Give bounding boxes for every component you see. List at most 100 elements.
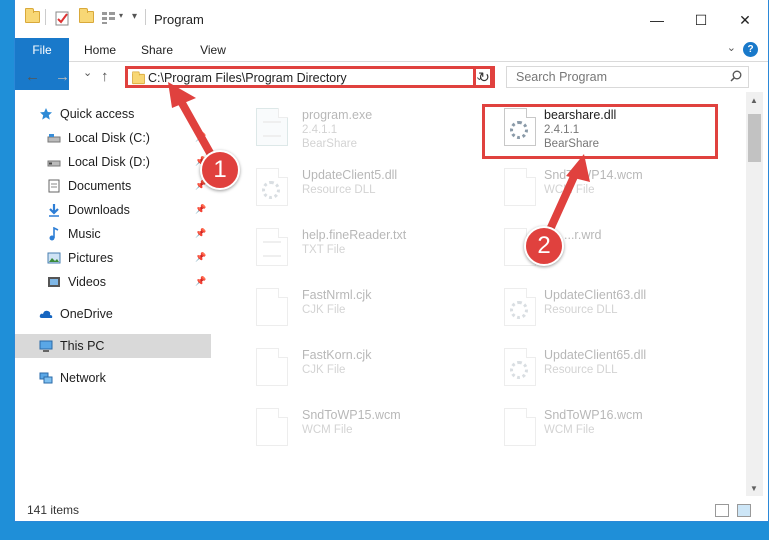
scroll-down-arrow-icon[interactable]: ▼ (750, 484, 758, 493)
file-icon (504, 408, 536, 446)
nav-item-downloads[interactable]: Downloads 📌 (15, 198, 211, 222)
close-button[interactable]: ✕ (723, 6, 767, 34)
explorer-window: ▾ ▾ Program — ☐ ✕ File Home Share View ⌄… (14, 0, 769, 522)
search-input[interactable]: Search Program (506, 66, 749, 88)
nav-item-videos[interactable]: Videos 📌 (15, 270, 211, 294)
file-item[interactable]: SndToWP16.wcm WCM File (480, 402, 720, 454)
vertical-scrollbar[interactable]: ▲ ▼ (746, 92, 763, 496)
file-type: CJK File (302, 364, 346, 376)
nav-item-network[interactable]: Network (15, 366, 211, 390)
file-item[interactable]: help.fineReader.txt TXT File (232, 222, 472, 274)
file-name: SndToWP16.wcm (544, 408, 643, 422)
file-type: CJK File (302, 304, 346, 316)
address-text: C:\Program Files\Program Directory (148, 71, 347, 85)
details-view-icon[interactable] (715, 504, 729, 517)
pin-icon: 📌 (195, 252, 207, 262)
recent-locations-button[interactable]: ⌄ (83, 66, 92, 79)
folder-icon (25, 8, 40, 23)
file-type: WCM File (544, 184, 595, 196)
music-icon (49, 227, 59, 241)
file-item[interactable]: UpdateClient63.dll Resource DLL (480, 282, 720, 334)
file-item[interactable]: ...r.wrd (480, 222, 720, 274)
documents-icon (48, 179, 60, 193)
chevron-down-icon[interactable]: ⌄ (727, 41, 736, 54)
view-options-icon[interactable] (101, 11, 116, 25)
nav-item-local-disk-c[interactable]: Local Disk (C:) 📌 (15, 126, 211, 150)
pin-icon: 📌 (195, 228, 207, 238)
highlight-box (482, 104, 718, 159)
maximize-button[interactable]: ☐ (679, 6, 723, 34)
address-bar[interactable]: C:\Program Files\Program Directory ⌄ (125, 66, 493, 88)
tab-home[interactable]: Home (77, 38, 123, 62)
file-name: help.fineReader.txt (302, 228, 407, 242)
forward-button[interactable]: → (55, 68, 70, 85)
status-bar: 141 items (15, 500, 768, 522)
text-file-icon (256, 228, 288, 266)
nav-item-label: Quick access (60, 107, 135, 121)
large-icons-view-icon[interactable] (737, 504, 751, 517)
file-company: BearShare (302, 138, 357, 150)
file-item[interactable]: SndToWP15.wcm WCM File (232, 402, 472, 454)
step-badge-2: 2 (524, 226, 564, 266)
nav-item-local-disk-d[interactable]: Local Disk (D:) 📌 (15, 150, 211, 174)
nav-item-quick-access[interactable]: Quick access (15, 102, 211, 126)
pin-icon: 📌 (195, 276, 207, 286)
nav-item-onedrive[interactable]: OneDrive (15, 302, 211, 326)
new-folder-icon[interactable] (79, 8, 94, 23)
nav-item-documents[interactable]: Documents 📌 (15, 174, 211, 198)
file-type: TXT File (302, 244, 346, 256)
nav-item-label: Local Disk (D:) (68, 155, 150, 169)
file-version: 2.4.1.1 (302, 124, 338, 136)
tab-view[interactable]: View (191, 38, 235, 62)
file-item[interactable]: SndToWP14.wcm WCM File (480, 162, 720, 214)
scroll-thumb[interactable] (748, 114, 761, 162)
file-name: FastKorn.cjk (302, 348, 372, 362)
file-type: WCM File (302, 424, 353, 436)
refresh-button[interactable]: ↻ (473, 66, 495, 88)
dropdown-arrow-icon[interactable]: ▾ (119, 11, 123, 20)
file-type: Resource DLL (302, 184, 376, 196)
tab-share[interactable]: Share (135, 38, 179, 62)
dll-file-icon (504, 288, 536, 326)
file-icon (256, 288, 288, 326)
pin-icon: 📌 (195, 132, 207, 142)
help-icon[interactable]: ? (743, 42, 758, 57)
nav-item-label: Videos (68, 275, 106, 289)
nav-item-label: Documents (68, 179, 132, 193)
dll-file-icon (256, 168, 288, 206)
file-type: WCM File (544, 424, 595, 436)
divider (45, 9, 46, 25)
title-bar: ▾ ▾ Program — ☐ ✕ (15, 0, 768, 38)
item-count: 141 items (27, 503, 80, 517)
nav-item-label: Pictures (68, 251, 114, 265)
file-name: UpdateClient5.dll (302, 168, 398, 182)
file-item[interactable]: FastKorn.cjk CJK File (232, 342, 472, 394)
back-button[interactable]: ← (25, 68, 40, 85)
up-button[interactable]: ↑ (101, 68, 109, 85)
search-placeholder: Search Program (516, 70, 608, 84)
minimize-button[interactable]: — (635, 6, 679, 34)
file-item[interactable]: UpdateClient5.dll Resource DLL (232, 162, 472, 214)
folder-icon (132, 71, 145, 85)
file-item[interactable]: UpdateClient65.dll Resource DLL (480, 342, 720, 394)
nav-item-music[interactable]: Music 📌 (15, 222, 211, 246)
scroll-up-arrow-icon[interactable]: ▲ (750, 96, 758, 105)
file-icon (256, 408, 288, 446)
nav-item-pictures[interactable]: Pictures 📌 (15, 246, 211, 270)
file-icon (256, 348, 288, 386)
nav-item-label: Downloads (68, 203, 130, 217)
properties-icon[interactable] (55, 11, 70, 26)
nav-item-label: OneDrive (60, 307, 113, 321)
ribbon-tabs: File Home Share View ⌄ ? (15, 38, 768, 90)
pin-icon: 📌 (195, 204, 207, 214)
file-name: program.exe (302, 108, 373, 122)
file-name: UpdateClient63.dll (544, 288, 647, 302)
search-icon (730, 70, 742, 82)
file-item[interactable]: FastNrml.cjk CJK File (232, 282, 472, 334)
file-item-program-exe[interactable]: program.exe 2.4.1.1 BearShare (232, 102, 472, 154)
download-icon (49, 204, 59, 217)
customize-toolbar-icon[interactable]: ▾ (132, 11, 137, 22)
nav-item-this-pc[interactable]: This PC (15, 334, 211, 358)
pictures-icon (47, 252, 61, 264)
navigation-bar: ← → ⌄ ↑ C:\Program Files\Program Directo… (15, 62, 768, 92)
